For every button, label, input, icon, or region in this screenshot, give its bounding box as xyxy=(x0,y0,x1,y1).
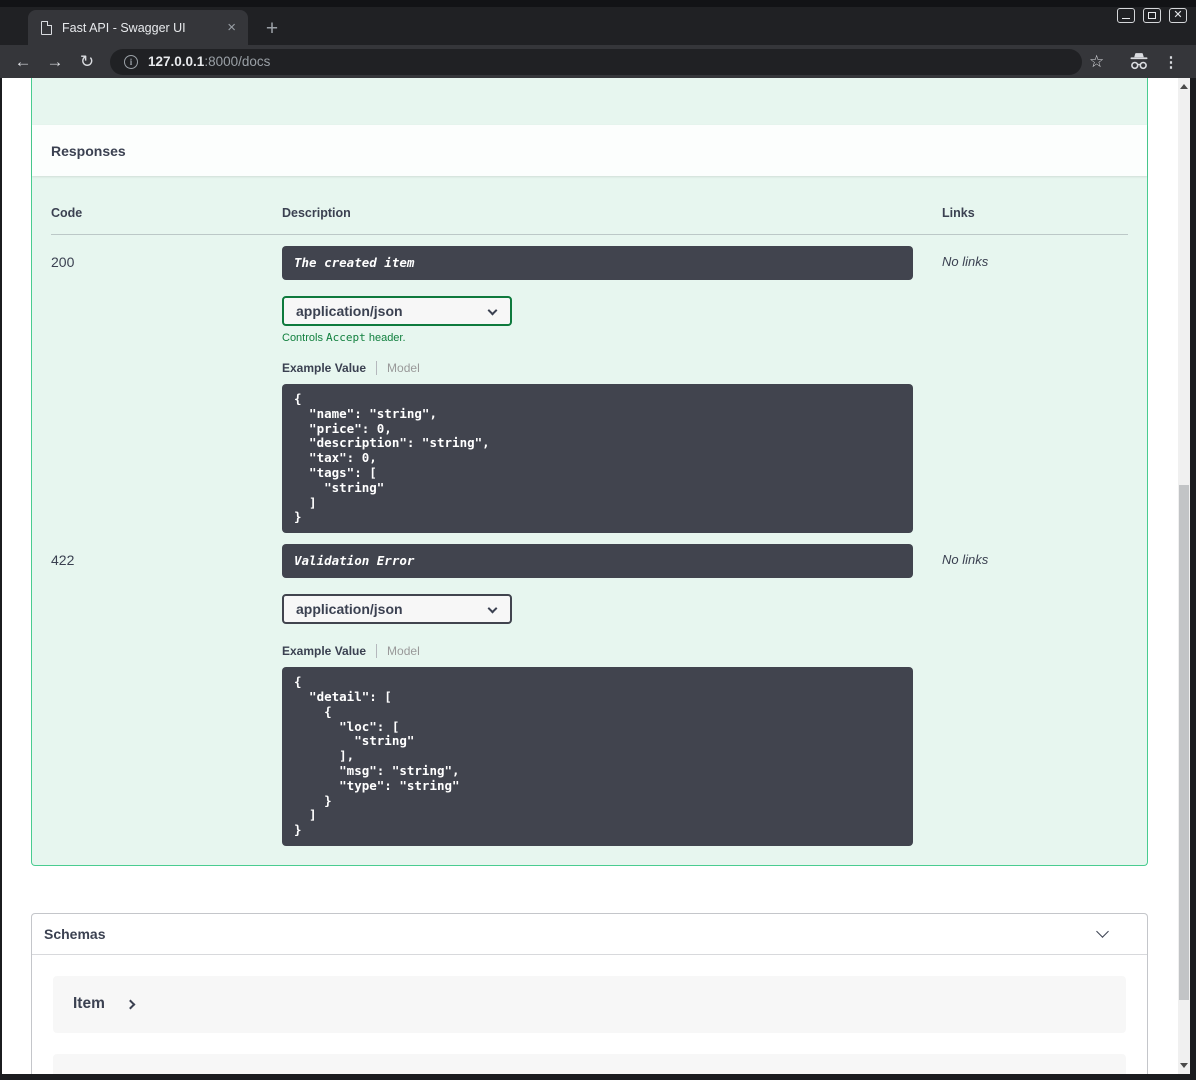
address-bar[interactable]: i 127.0.0.1:8000/docs xyxy=(110,48,1082,75)
scrollbar-down-arrow-icon[interactable] xyxy=(1180,1063,1188,1068)
minimize-icon xyxy=(1122,17,1130,19)
media-type-select[interactable]: application/json xyxy=(282,296,512,326)
accept-header-note: Controls Accept header. xyxy=(282,331,406,344)
minimize-button[interactable] xyxy=(1117,8,1135,23)
site-info-icon[interactable]: i xyxy=(124,54,138,69)
response-row-200: 200 The created item application/json Co… xyxy=(51,235,1128,534)
response-description-cell: Validation Error application/json Exampl… xyxy=(282,544,942,846)
swagger-content: Responses Code Description Links 200 The… xyxy=(2,78,1178,1074)
example-model-tabs: Example Value Model xyxy=(282,643,942,658)
browser-titlebar: Fast API - Swagger UI × + ✕ xyxy=(0,7,1196,45)
model-name: Item xyxy=(73,995,105,1013)
schemas-header[interactable]: Schemas xyxy=(32,914,1147,955)
schemas-title: Schemas xyxy=(44,925,106,942)
media-type-value: application/json xyxy=(296,303,403,319)
page-viewport: Responses Code Description Links 200 The… xyxy=(2,78,1190,1074)
responses-section-header: Responses xyxy=(32,125,1147,176)
model-item[interactable]: Item xyxy=(53,975,1126,1033)
chevron-down-icon xyxy=(487,603,498,614)
scrollbar-up-arrow-icon[interactable] xyxy=(1180,84,1188,89)
chevron-right-icon xyxy=(125,999,136,1010)
forward-button[interactable]: → xyxy=(39,52,71,72)
response-links: No links xyxy=(942,254,989,269)
scrollbar-thumb[interactable] xyxy=(1179,485,1189,1000)
maximize-button[interactable] xyxy=(1143,8,1161,23)
tab-model[interactable]: Model xyxy=(387,644,420,658)
url-host: 127.0.0.1 xyxy=(148,54,205,69)
incognito-icon xyxy=(1128,52,1150,76)
tab-divider xyxy=(376,360,378,375)
tab-divider xyxy=(376,643,378,658)
example-json-422: { "detail": [ { "loc": [ "string" ], "ms… xyxy=(282,667,913,846)
response-code: 200 xyxy=(51,254,75,270)
page-scrollbar[interactable] xyxy=(1178,78,1190,1074)
new-tab-button[interactable]: + xyxy=(260,17,284,41)
responses-table-head: Code Description Links xyxy=(51,176,1128,235)
tab-close-icon[interactable]: × xyxy=(223,18,240,37)
close-icon: ✕ xyxy=(1173,9,1183,21)
response-links: No links xyxy=(942,552,989,568)
window-top-edge xyxy=(0,0,1196,7)
schemas-models: Item ValidationError xyxy=(32,955,1147,1074)
browser-tab[interactable]: Fast API - Swagger UI × xyxy=(28,10,248,45)
response-row-422: 422 Validation Error application/json Ex… xyxy=(51,533,1128,846)
chevron-down-icon xyxy=(487,305,498,316)
close-button[interactable]: ✕ xyxy=(1169,8,1187,23)
url-text: 127.0.0.1:8000/docs xyxy=(148,54,270,69)
opblock-post-responses: Responses Code Description Links 200 The… xyxy=(31,78,1148,866)
responses-title: Responses xyxy=(51,142,126,159)
page-favicon-icon xyxy=(41,20,52,35)
maximize-icon xyxy=(1148,12,1156,19)
bookmark-star-icon[interactable]: ☆ xyxy=(1089,52,1104,72)
window-controls: ✕ xyxy=(1117,8,1187,23)
media-type-select[interactable]: application/json xyxy=(282,594,512,625)
response-code: 422 xyxy=(51,552,75,569)
chevron-down-icon[interactable] xyxy=(1096,925,1109,939)
browser-menu-icon[interactable]: ⋮ xyxy=(1163,53,1179,71)
tab-model[interactable]: Model xyxy=(387,361,420,375)
col-header-links: Links xyxy=(942,206,975,220)
browser-toolbar: ← → ↻ i 127.0.0.1:8000/docs ☆ ⋮ xyxy=(0,45,1196,78)
reload-button[interactable]: ↻ xyxy=(71,52,103,72)
tab-example-value[interactable]: Example Value xyxy=(282,644,366,658)
response-description: The created item xyxy=(282,246,913,280)
media-type-value: application/json xyxy=(296,601,403,618)
schemas-section: Schemas Item ValidationError xyxy=(31,912,1148,1074)
model-name: ValidationError xyxy=(73,1073,184,1074)
response-description: Validation Error xyxy=(282,544,913,579)
url-path: :8000/docs xyxy=(204,54,271,69)
tab-example-value[interactable]: Example Value xyxy=(282,361,366,375)
response-description-cell: The created item application/json Contro… xyxy=(282,246,942,534)
col-header-description: Description xyxy=(282,206,351,220)
col-header-code: Code xyxy=(51,206,83,220)
opblock-spacer xyxy=(32,78,1147,125)
back-button[interactable]: ← xyxy=(7,52,39,72)
tab-title: Fast API - Swagger UI xyxy=(62,20,186,35)
example-model-tabs: Example Value Model xyxy=(282,360,942,375)
responses-table: Code Description Links 200 The created i… xyxy=(32,176,1147,846)
model-validationerror[interactable]: ValidationError xyxy=(53,1053,1126,1074)
example-json-200: { "name": "string", "price": 0, "descrip… xyxy=(282,384,913,534)
